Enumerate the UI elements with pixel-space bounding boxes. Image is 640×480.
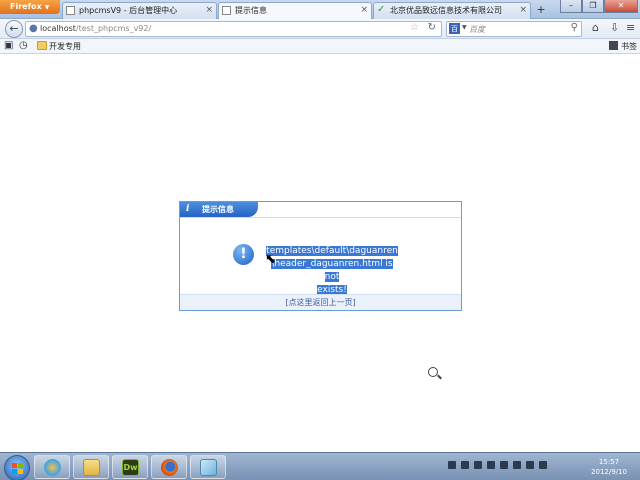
- windows-logo-icon: [12, 463, 23, 474]
- folder-icon: [37, 41, 47, 50]
- checkmark-icon: ✓: [377, 4, 386, 15]
- reload-icon[interactable]: ↻: [428, 22, 436, 33]
- divider: [180, 217, 461, 218]
- keyboard-icon[interactable]: [448, 461, 456, 469]
- taskbar-app-color[interactable]: [34, 455, 70, 479]
- message-line: \header_daguanren.html is not: [271, 259, 393, 282]
- minimize-button[interactable]: –: [560, 0, 582, 13]
- back-link[interactable]: [点这里返回上一页]: [180, 294, 461, 310]
- tab-company[interactable]: ✓ 北京优品致远信息技术有限公司 ×: [373, 2, 531, 19]
- search-placeholder: 百度: [469, 25, 485, 34]
- dreamweaver-icon: Dw: [122, 459, 139, 476]
- page-icon: [66, 6, 75, 15]
- dialog-title: 提示信息: [202, 205, 234, 214]
- close-window-button[interactable]: ✕: [604, 0, 638, 13]
- dialog-header: i 提示信息: [180, 202, 258, 217]
- search-box[interactable]: 百 ▼ 百度 ⚲: [446, 21, 582, 37]
- taskbar-dreamweaver[interactable]: Dw: [112, 455, 148, 479]
- zoom-icon: [428, 367, 438, 377]
- close-tab-icon[interactable]: ×: [360, 3, 368, 18]
- bookmarks-toolbar: ▣ ◷ 开发专用 书签: [0, 39, 640, 54]
- address-bar[interactable]: ● localhost/test_phpcms_v92/ ☆ ↻: [25, 21, 442, 37]
- mouse-cursor-icon: ⬉: [265, 252, 276, 267]
- chevron-down-icon: ▼: [44, 4, 50, 11]
- network-icon[interactable]: [487, 461, 495, 469]
- error-message: templates\default\daguanren \header_dagu…: [264, 245, 400, 297]
- taskbar-firefox[interactable]: [151, 455, 187, 479]
- tab-notice[interactable]: 提示信息 ×: [218, 2, 372, 19]
- restore-button[interactable]: ❐: [582, 0, 604, 13]
- folder-icon: [83, 459, 100, 476]
- bookmark-folder-dev[interactable]: 开发专用: [49, 41, 81, 52]
- new-tab-button[interactable]: +: [533, 3, 549, 18]
- close-tab-icon[interactable]: ×: [205, 3, 213, 18]
- bookmark-star-icon[interactable]: ☆: [410, 22, 419, 33]
- exclamation-icon: !: [233, 244, 254, 265]
- start-button[interactable]: [4, 455, 30, 480]
- monitor-icon[interactable]: [526, 461, 534, 469]
- url-text: localhost/test_phpcms_v92/: [40, 24, 152, 33]
- page-icon: [222, 6, 231, 15]
- bookmarks-menu[interactable]: 书签: [609, 41, 637, 52]
- system-clock[interactable]: 15:57 2012/9/10: [584, 457, 634, 477]
- navigation-bar: ← ● localhost/test_phpcms_v92/ ☆ ↻ 百 ▼ 百…: [0, 19, 640, 39]
- speaker-icon[interactable]: [539, 461, 547, 469]
- taskbar-explorer[interactable]: [73, 455, 109, 479]
- back-button[interactable]: ←: [5, 20, 23, 38]
- search-engine-icon[interactable]: 百: [449, 23, 460, 34]
- menu-icon[interactable]: ≡: [626, 21, 635, 34]
- bookmarks-icon: [609, 41, 618, 50]
- system-tray: [448, 461, 552, 471]
- chevron-down-icon[interactable]: ▼: [462, 24, 467, 31]
- history-icon[interactable]: ◷: [19, 40, 28, 51]
- info-icon: i: [186, 204, 190, 214]
- firefox-menu-button[interactable]: Firefox ▼: [0, 0, 60, 14]
- globe-icon: ●: [29, 23, 38, 34]
- search-icon[interactable]: ⚲: [571, 22, 578, 33]
- download-icon[interactable]: ⇩: [610, 21, 619, 34]
- bookmarks-icon[interactable]: ▣: [4, 40, 13, 51]
- battery-icon[interactable]: [500, 461, 508, 469]
- home-icon[interactable]: ⌂: [592, 21, 599, 34]
- settings-icon[interactable]: [461, 461, 469, 469]
- flag-icon[interactable]: [513, 461, 521, 469]
- firefox-icon: [161, 459, 178, 476]
- help-icon[interactable]: [474, 461, 482, 469]
- notice-dialog: i 提示信息 ! templates\default\daguanren \he…: [179, 201, 462, 311]
- message-line: templates\default\daguanren: [266, 246, 398, 256]
- tab-phpcms-admin[interactable]: phpcmsV9 - 后台管理中心 ×: [62, 2, 217, 19]
- close-tab-icon[interactable]: ×: [519, 3, 527, 18]
- window-icon: [200, 459, 217, 476]
- tab-bar: Firefox ▼ phpcmsV9 - 后台管理中心 × 提示信息 × ✓ 北京…: [0, 0, 640, 19]
- app-icon: [44, 459, 61, 476]
- taskbar: Dw 15:57 2012/9/10: [0, 452, 640, 480]
- taskbar-app-window[interactable]: [190, 455, 226, 479]
